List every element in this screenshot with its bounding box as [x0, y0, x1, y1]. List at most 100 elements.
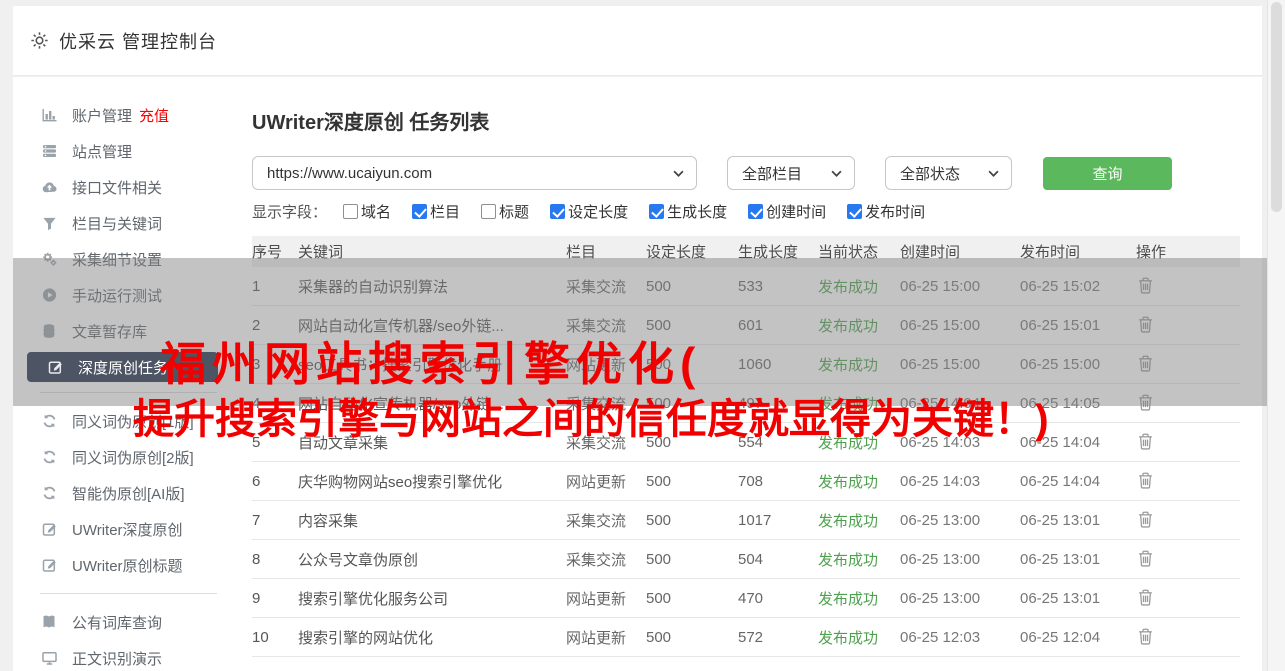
trash-icon — [1138, 511, 1153, 528]
cell-actions — [1136, 392, 1240, 415]
field-checkbox-2[interactable]: 标题 — [481, 201, 529, 222]
cell-gen_len: 504 — [738, 551, 818, 568]
cell-created: 06-25 14:03 — [900, 473, 1020, 490]
refresh-icon — [40, 485, 58, 501]
edit-icon — [40, 557, 58, 573]
checkbox-checked-icon[interactable] — [847, 204, 862, 219]
sidebar: 账户管理充值站点管理接口文件相关栏目与关键词采集细节设置手动运行测试文章暂存库深… — [13, 77, 231, 671]
cell-column: 采集交流 — [566, 315, 646, 336]
cell-no: 6 — [252, 473, 298, 490]
book-icon — [40, 614, 58, 630]
cell-keyword: 内容采集 — [298, 510, 566, 531]
table-row: 5自动文章采集采集交流500554发布成功06-25 14:0306-25 14… — [252, 423, 1240, 462]
gear-icon — [30, 31, 49, 50]
field-checkbox-3[interactable]: 设定长度 — [550, 201, 628, 222]
status-select[interactable]: 全部状态 — [885, 156, 1012, 190]
cell-created: 06-25 15:00 — [900, 356, 1020, 373]
checkbox-checked-icon[interactable] — [649, 204, 664, 219]
sidebar-item-label: 智能伪原创[AI版] — [72, 483, 185, 504]
scrollbar[interactable] — [1267, 0, 1285, 671]
delete-task-button[interactable] — [1136, 392, 1155, 413]
cell-gen_len: 554 — [738, 434, 818, 451]
column-select[interactable]: 全部栏目 — [727, 156, 855, 190]
column-header-0: 序号 — [252, 241, 298, 262]
delete-task-button[interactable] — [1136, 548, 1155, 569]
sidebar-item-site-management[interactable]: 站点管理 — [13, 133, 231, 169]
cell-column: 采集交流 — [566, 393, 646, 414]
sidebar-item-account-management[interactable]: 账户管理充值 — [13, 97, 231, 133]
field-checkbox-0[interactable]: 域名 — [343, 201, 391, 222]
sidebar-item-synonym-rewrite-v2[interactable]: 同义词伪原创[2版] — [13, 439, 231, 475]
sidebar-item-deep-original-tasks[interactable]: 深度原创任务 — [27, 352, 218, 382]
cell-gen_len: 601 — [738, 317, 818, 334]
delete-task-button[interactable] — [1136, 509, 1155, 530]
cell-gen_len: 533 — [738, 278, 818, 295]
field-checkbox-label: 域名 — [361, 201, 391, 222]
sidebar-item-columns-keywords[interactable]: 栏目与关键词 — [13, 205, 231, 241]
sidebar-item-manual-run-test[interactable]: 手动运行测试 — [13, 277, 231, 313]
cell-gen_len: 470 — [738, 590, 818, 607]
cell-keyword: 网站自动化宣传机器/seo外链... — [298, 393, 566, 414]
cell-no: 3 — [252, 356, 298, 373]
display-fields-row: 显示字段： 域名栏目标题设定长度生成长度创建时间发布时间 — [252, 201, 946, 222]
cell-column: 采集交流 — [566, 276, 646, 297]
sidebar-item-content-recognition-demo[interactable]: 正文识别演示 — [13, 640, 231, 671]
recharge-badge[interactable]: 充值 — [139, 105, 169, 126]
table-row: 4网站自动化宣传机器/seo外链...采集交流500497发布成功06-25 1… — [252, 384, 1240, 423]
field-checkbox-6[interactable]: 发布时间 — [847, 201, 925, 222]
cell-gen_len: 1060 — [738, 356, 818, 373]
delete-task-button[interactable] — [1136, 275, 1155, 296]
delete-task-button[interactable] — [1136, 431, 1155, 452]
delete-task-button[interactable] — [1136, 626, 1155, 647]
cell-status: 发布成功 — [818, 549, 900, 570]
cell-set_len: 500 — [646, 356, 738, 373]
cell-published: 06-25 12:04 — [1020, 629, 1136, 646]
table-row: 8公众号文章伪原创采集交流500504发布成功06-25 13:0006-25 … — [252, 540, 1240, 579]
refresh-icon — [40, 449, 58, 465]
query-button[interactable]: 查询 — [1043, 157, 1172, 190]
column-header-6: 创建时间 — [900, 241, 1020, 262]
site-select[interactable]: https://www.ucaiyun.com — [252, 156, 697, 190]
sidebar-item-label: 栏目与关键词 — [72, 213, 162, 234]
cell-gen_len: 1017 — [738, 512, 818, 529]
delete-task-button[interactable] — [1136, 353, 1155, 374]
checkbox-checked-icon[interactable] — [412, 204, 427, 219]
sidebar-item-interface-files[interactable]: 接口文件相关 — [13, 169, 231, 205]
cell-published: 06-25 13:01 — [1020, 551, 1136, 568]
sidebar-item-uwriter-original-title[interactable]: UWriter原创标题 — [13, 547, 231, 583]
field-checkbox-4[interactable]: 生成长度 — [649, 201, 727, 222]
cell-set_len: 500 — [646, 434, 738, 451]
cell-keyword: 采集器的自动识别算法 — [298, 276, 566, 297]
field-checkbox-5[interactable]: 创建时间 — [748, 201, 826, 222]
checkbox-checked-icon[interactable] — [748, 204, 763, 219]
delete-task-button[interactable] — [1136, 314, 1155, 335]
checkbox-unchecked-icon[interactable] — [481, 204, 496, 219]
cell-status: 发布成功 — [818, 627, 900, 648]
checkbox-checked-icon[interactable] — [550, 204, 565, 219]
cell-gen_len: 572 — [738, 629, 818, 646]
sidebar-item-public-lexicon-query[interactable]: 公有词库查询 — [13, 604, 231, 640]
server-icon — [40, 143, 58, 159]
field-checkbox-1[interactable]: 栏目 — [412, 201, 460, 222]
table-row: 10搜索引擎的网站优化网站更新500572发布成功06-25 12:0306-2… — [252, 618, 1240, 657]
delete-task-button[interactable] — [1136, 587, 1155, 608]
sidebar-item-uwriter-deep-original[interactable]: UWriter深度原创 — [13, 511, 231, 547]
delete-task-button[interactable] — [1136, 470, 1155, 491]
chevron-down-icon — [673, 170, 684, 177]
sidebar-item-synonym-rewrite-v1[interactable]: 同义词伪原创[1版] — [13, 403, 231, 439]
sidebar-item-collection-settings[interactable]: 采集细节设置 — [13, 241, 231, 277]
sidebar-item-label: UWriter深度原创 — [72, 519, 183, 540]
scrollbar-thumb[interactable] — [1271, 2, 1282, 212]
sidebar-item-article-staging[interactable]: 文章暂存库 — [13, 313, 231, 349]
cell-no: 4 — [252, 395, 298, 412]
cell-column: 采集交流 — [566, 432, 646, 453]
cell-actions — [1136, 509, 1240, 532]
checkbox-unchecked-icon[interactable] — [343, 204, 358, 219]
sidebar-item-label: 文章暂存库 — [72, 321, 147, 342]
cloud-upload-icon — [40, 179, 58, 195]
cell-column: 网站更新 — [566, 627, 646, 648]
sidebar-divider — [40, 392, 217, 393]
edit-icon — [46, 359, 64, 375]
column-header-8: 操作 — [1136, 241, 1240, 262]
sidebar-item-ai-rewrite[interactable]: 智能伪原创[AI版] — [13, 475, 231, 511]
